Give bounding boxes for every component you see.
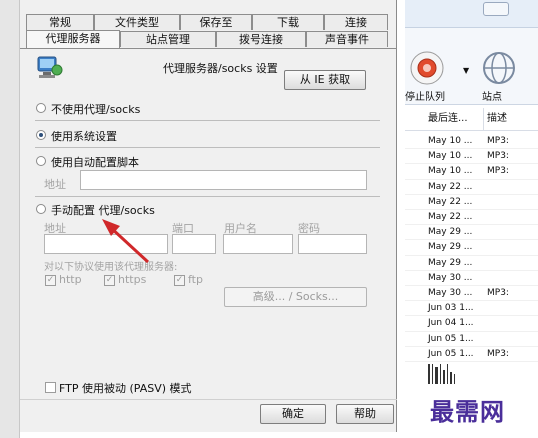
last-connected-cell: May 22 ... (428, 212, 473, 222)
list-item[interactable]: May 29 ... (405, 225, 538, 241)
list-item[interactable]: Jun 05 1... MP3: (405, 347, 538, 362)
list-item[interactable]: May 30 ... (405, 271, 538, 286)
last-connected-cell: Jun 03 1... (428, 303, 474, 314)
site-label: 站点 (482, 92, 502, 103)
main-toolbar: ▼ 停止队列 站点 (405, 28, 538, 105)
last-connected-cell: May 29 ... (428, 227, 473, 238)
last-connected-cell: May 30 ... (428, 272, 473, 283)
last-connected-cell: Jun 05 1... (428, 333, 474, 344)
description-cell: MP3: (487, 348, 509, 359)
list-item[interactable]: May 10 ... MP3: (405, 149, 538, 165)
last-connected-cell: May 30 ... (428, 288, 473, 298)
header-divider (405, 130, 538, 131)
menu-button[interactable] (483, 2, 509, 16)
column-divider (483, 108, 484, 130)
stop-queue-icon[interactable] (409, 50, 445, 86)
column-header-description[interactable]: 描述 (487, 108, 507, 130)
list-item[interactable]: May 22 ... (405, 210, 538, 226)
last-connected-cell: May 29 ... (428, 257, 473, 268)
stop-queue-label: 停止队列 (405, 92, 445, 103)
download-manager-window: ▼ 停止队列 站点 最后连... 描述 May 10 ... MP3: May 10… (405, 0, 538, 438)
list-item[interactable]: Jun 05 1... (405, 332, 538, 347)
last-connected-cell: May 29 ... (428, 242, 473, 253)
description-cell: MP3: (487, 288, 509, 298)
last-connected-cell: May 22 ... (428, 196, 473, 207)
list-item[interactable]: Jun 03 1... (405, 301, 538, 317)
last-connected-cell: Jun 05 1... (428, 348, 474, 359)
last-connected-cell: May 22 ... (428, 181, 473, 192)
last-connected-cell: Jun 04 1... (428, 318, 474, 329)
description-cell: MP3: (487, 136, 509, 146)
last-connected-cell: May 10 ... (428, 136, 473, 146)
list-item[interactable]: May 29 ... (405, 240, 538, 256)
barcode-image (428, 364, 455, 384)
list-item[interactable]: May 10 ... MP3: (405, 134, 538, 150)
watermark: 最需网 (430, 397, 505, 426)
list-item[interactable]: May 30 ... MP3: (405, 286, 538, 302)
description-cell: MP3: (487, 166, 509, 177)
window-topbar (405, 0, 538, 28)
description-cell: MP3: (487, 151, 509, 162)
list-item[interactable]: Jun 04 1... (405, 316, 538, 332)
chevron-down-icon[interactable]: ▼ (463, 66, 469, 75)
list-item[interactable]: May 10 ... MP3: (405, 164, 538, 180)
list-item[interactable]: May 29 ... (405, 256, 538, 271)
list-item[interactable]: May 22 ... (405, 195, 538, 210)
site-icon[interactable] (481, 50, 517, 86)
last-connected-cell: May 10 ... (428, 151, 473, 162)
last-connected-cell: May 10 ... (428, 166, 473, 177)
list-item[interactable]: May 22 ... (405, 180, 538, 195)
column-header-last-connected[interactable]: 最后连... (428, 108, 468, 130)
